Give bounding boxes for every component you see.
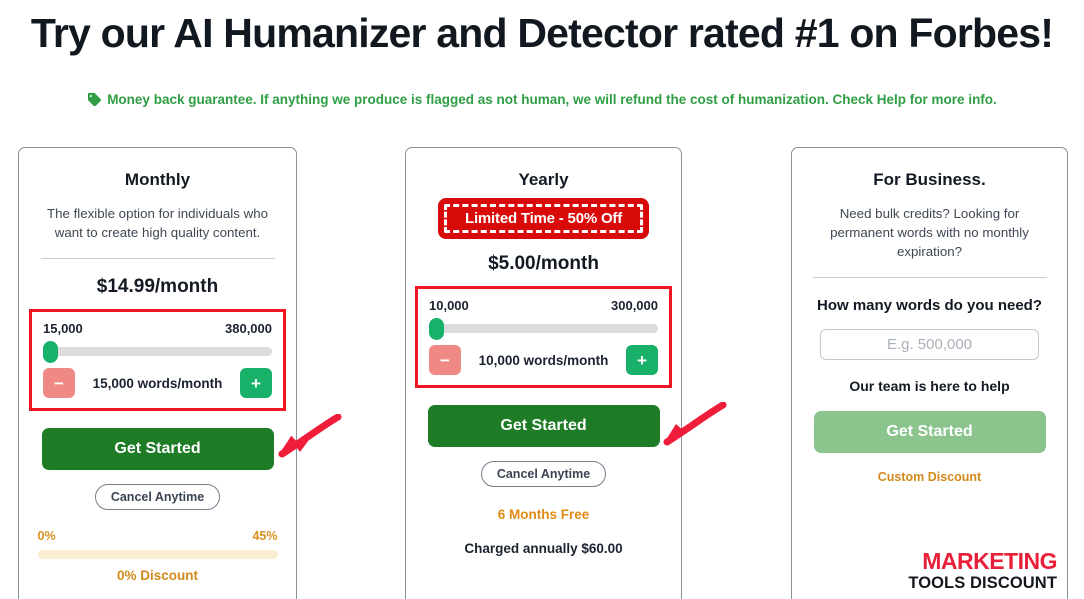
free-months-note: 6 Months Free — [497, 507, 590, 522]
custom-discount-label: Custom Discount — [877, 470, 982, 484]
plan-title-monthly: Monthly — [124, 170, 191, 189]
slider-thumb-monthly[interactable] — [43, 341, 58, 363]
discount-meter-monthly: 0% 45% 0% Discount — [37, 529, 278, 583]
plan-card-yearly: Yearly Limited Time - 50% Off $5.00/mont… — [405, 147, 682, 599]
discount-min-label: 0% — [37, 529, 56, 543]
slider-thumb-yearly[interactable] — [429, 318, 444, 340]
divider — [40, 258, 275, 259]
slider-track-yearly[interactable] — [429, 318, 658, 340]
plan-card-monthly: Monthly The flexible option for individu… — [18, 147, 297, 599]
get-started-button-monthly[interactable]: Get Started — [41, 428, 274, 470]
slider-min-label: 15,000 — [43, 321, 83, 336]
plan-title-business: For Business. — [873, 170, 986, 189]
plan-title-yearly: Yearly — [518, 170, 569, 189]
slider-max-label: 300,000 — [611, 298, 658, 313]
words-needed-input[interactable] — [820, 329, 1039, 360]
slider-min-label: 10,000 — [429, 298, 469, 313]
discount-max-label: 45% — [252, 529, 278, 543]
team-help-note: Our team is here to help — [849, 378, 1010, 394]
plan-description-monthly: The flexible option for individuals who … — [46, 206, 268, 240]
words-question-label: How many words do you need? — [816, 297, 1043, 314]
get-started-button-business[interactable]: Get Started — [813, 411, 1046, 453]
discount-track — [37, 550, 278, 559]
discount-range-labels: 0% 45% — [38, 529, 278, 543]
words-value-monthly: 15,000 words/month — [92, 375, 223, 391]
tag-icon — [87, 92, 102, 109]
slider-max-label: 380,000 — [225, 321, 272, 336]
page-title: Try our AI Humanizer and Detector rated … — [30, 10, 1054, 56]
limited-time-badge: Limited Time - 50% Off — [440, 201, 647, 236]
divider — [812, 277, 1047, 278]
word-slider-yearly: 10,000 300,000 − 10,000 words/month + — [415, 286, 672, 388]
words-value-yearly: 10,000 words/month — [478, 352, 609, 368]
plan-card-business: For Business. Need bulk credits? Looking… — [791, 147, 1068, 599]
brand-logo: MARKETING TOOLS DISCOUNT — [908, 547, 1057, 592]
plan-description-business: Need bulk credits? Looking for permanent… — [830, 206, 1029, 259]
discount-current-label: 0% Discount — [116, 568, 198, 583]
plan-price-yearly: $5.00/month — [488, 253, 599, 274]
guarantee-text: Money back guarantee. If anything we pro… — [107, 92, 997, 107]
charged-annually-note: Charged annually $60.00 — [464, 541, 623, 556]
cancel-anytime-badge-yearly[interactable]: Cancel Anytime — [480, 461, 607, 487]
decrease-words-button-yearly[interactable]: − — [429, 345, 461, 375]
word-slider-monthly: 15,000 380,000 − 15,000 words/month + — [29, 309, 286, 411]
increase-words-button-monthly[interactable]: + — [240, 368, 272, 398]
word-stepper-yearly: − 10,000 words/month + — [429, 345, 658, 375]
slider-track-monthly[interactable] — [43, 341, 272, 363]
logo-line-marketing: MARKETING — [922, 547, 1057, 574]
increase-words-button-yearly[interactable]: + — [626, 345, 658, 375]
cancel-anytime-badge-monthly[interactable]: Cancel Anytime — [94, 484, 221, 510]
pricing-page: Try our AI Humanizer and Detector rated … — [0, 0, 1084, 599]
decrease-words-button-monthly[interactable]: − — [43, 368, 75, 398]
money-back-guarantee-note: Money back guarantee. If anything we pro… — [0, 92, 1084, 109]
limited-time-badge-wrap: Limited Time - 50% Off — [406, 201, 681, 236]
slider-range-labels-yearly: 10,000 300,000 — [429, 298, 658, 313]
plan-price-monthly: $14.99/month — [96, 276, 219, 297]
get-started-button-yearly[interactable]: Get Started — [427, 405, 660, 447]
word-stepper-monthly: − 15,000 words/month + — [43, 368, 272, 398]
slider-range-labels-monthly: 15,000 380,000 — [43, 321, 272, 336]
logo-line-tools-discount: TOOLS DISCOUNT — [908, 573, 1057, 592]
